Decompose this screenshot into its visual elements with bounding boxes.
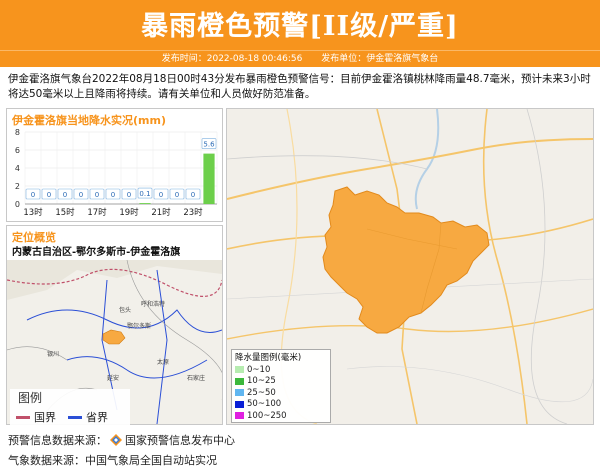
data-label: 0 <box>159 191 163 199</box>
city-label-yanan: 延安 <box>107 374 119 382</box>
data-label: 0 <box>47 191 51 199</box>
warning-source-link[interactable]: 国家预警信息发布中心 <box>125 432 235 448</box>
warning-meta: 发布时间：2022-08-18 00:46:56 发布单位：伊金霍洛旗气象台 <box>0 50 600 67</box>
y-tick-label: 0 <box>15 200 20 209</box>
x-tick-label: 23时 <box>183 207 203 218</box>
x-tick-label: 15时 <box>55 207 75 218</box>
y-tick-label: 2 <box>15 182 20 191</box>
legend-province-border: 省界 <box>68 409 108 425</box>
province-border-line-icon <box>68 415 82 419</box>
y-tick-label: 8 <box>15 128 20 137</box>
warning-title: 暴雨橙色预警[II级/严重] <box>141 11 459 42</box>
legend-item-4: 100~250 <box>232 410 330 422</box>
publish-time: 发布时间：2022-08-18 00:46:56 <box>161 54 303 64</box>
city-label-yinchuan: 银川 <box>47 350 59 358</box>
data-label: 0 <box>95 191 99 199</box>
overview-legend: 图例 国界 省界 <box>10 389 130 425</box>
data-label: 0 <box>63 191 67 199</box>
data-label: 0 <box>79 191 83 199</box>
location-region: 内蒙古自治区-鄂尔多斯市-伊金霍洛旗 <box>12 247 181 258</box>
x-tick-label: 13时 <box>23 207 43 218</box>
data-label: 0.1 <box>139 190 150 198</box>
legend-item-1: 10~25 <box>232 376 330 388</box>
warning-description: 伊金霍洛旗气象台2022年08月18日00时43分发布暴雨橙色预警信号：目前伊金… <box>8 73 591 100</box>
city-label-baotou: 包头 <box>119 306 131 314</box>
legend-country-border: 国界 <box>16 409 56 425</box>
footer-warning-source: 预警信息数据来源： 国家预警信息发布中心 <box>8 432 235 448</box>
precipitation-legend: 降水量图例(毫米) 0~10 10~25 25~50 50~100 100~25… <box>231 349 331 423</box>
rain-bar <box>203 153 215 204</box>
y-tick-label: 6 <box>15 146 20 155</box>
main-map[interactable]: 降水量图例(毫米) 0~10 10~25 25~50 50~100 100~25… <box>226 108 594 425</box>
data-label: 0 <box>191 191 195 199</box>
legend-item-2: 25~50 <box>232 387 330 399</box>
warning-banner: 暴雨橙色预警[II级/严重] 发布时间：2022-08-18 00:46:56 … <box>0 0 600 67</box>
data-label: 0 <box>31 191 35 199</box>
data-label: 0 <box>111 191 115 199</box>
precipitation-legend-title: 降水量图例(毫米) <box>235 353 302 363</box>
y-tick-label: 4 <box>15 164 20 173</box>
data-label: 0 <box>127 191 131 199</box>
footer-weather-source: 气象数据来源：中国气象局全国自动站实况 <box>8 454 217 467</box>
warning-location-marker <box>102 329 126 345</box>
x-tick-label: 19时 <box>119 207 139 218</box>
rainfall-chart: 0 2 4 6 8 0 0 0 0 0 0 0 0.1 0 0 0 5.6 13时 15时 17时 19时 21时 23时 <box>15 128 218 218</box>
city-label-shijiazhuang: 石家庄 <box>187 374 205 382</box>
city-label-hohhot: 呼和浩特 <box>141 300 165 308</box>
country-border-line-icon <box>16 415 30 419</box>
data-label: 5.6 <box>203 141 215 149</box>
rainfall-panel: 伊金霍洛旗当地降水实况(mm) 0 2 4 6 8 0 0 0 0 0 0 0 0.1 0 0 0 5.6 13时… <box>6 108 223 222</box>
data-label: 0 <box>175 191 179 199</box>
city-label-ordos: 鄂尔多斯 <box>127 322 151 330</box>
x-tick-label: 21时 <box>151 207 171 218</box>
warning-center-logo-icon <box>110 434 122 446</box>
x-tick-label: 17时 <box>87 207 107 218</box>
rain-bar <box>139 203 151 204</box>
city-label-taiyuan: 太原 <box>157 358 169 366</box>
legend-item-3: 50~100 <box>232 399 330 411</box>
overview-legend-title: 图例 <box>18 391 43 405</box>
legend-item-0: 0~10 <box>232 364 330 376</box>
publisher: 发布单位：伊金霍洛旗气象台 <box>321 54 439 64</box>
